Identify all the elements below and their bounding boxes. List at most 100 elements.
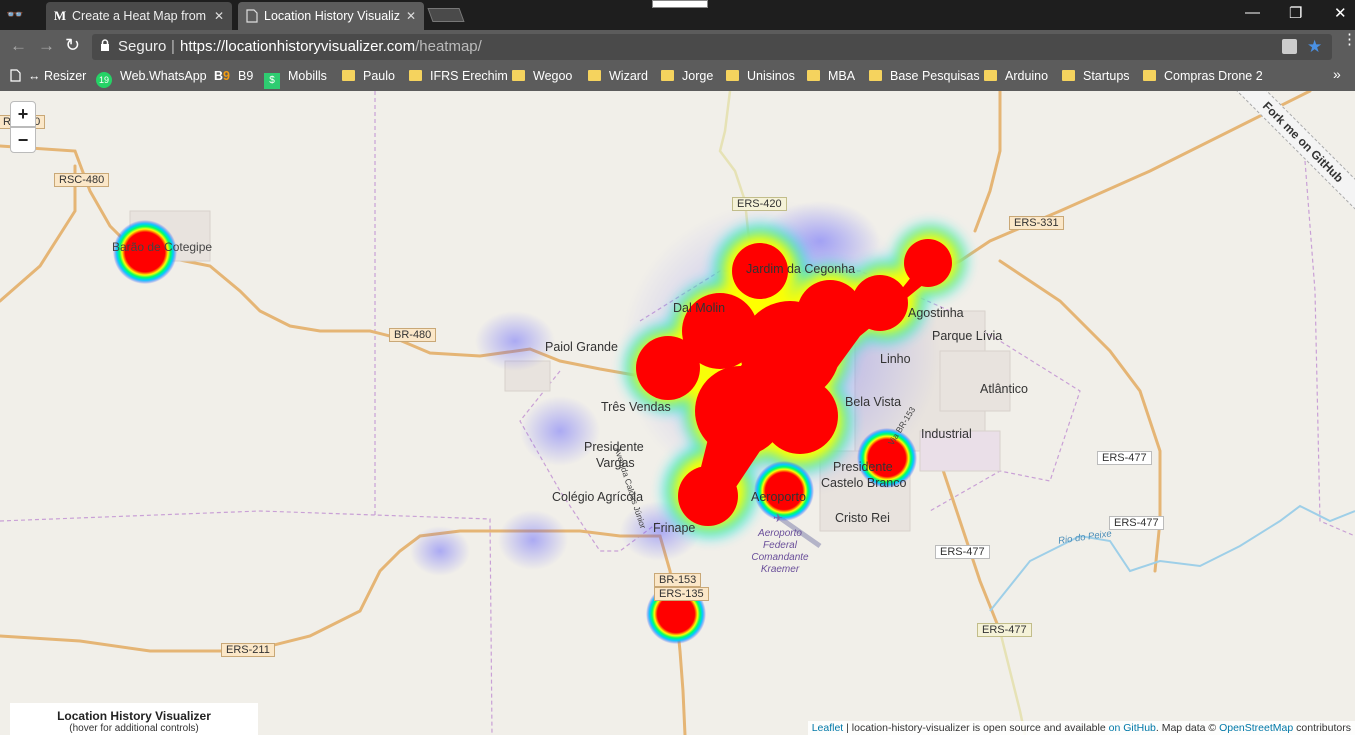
bookmark-folder-unisinos[interactable]: Unisinos: [726, 64, 795, 88]
airport-label-line: Aeroporto: [758, 528, 802, 539]
bookmark-folder-compras-drone[interactable]: Compras Drone 2: [1143, 64, 1263, 88]
url-path: /heatmap/: [415, 38, 482, 55]
bookmark-label: Unisinos: [747, 69, 795, 83]
road-shield: BR-480: [389, 328, 437, 342]
lock-icon: [100, 34, 110, 60]
info-subtitle: (hover for additional controls): [69, 723, 199, 734]
folder-icon: [342, 70, 355, 81]
place-label: Presidente: [833, 460, 893, 474]
bookmark-folder-base-pesquisas[interactable]: Base Pesquisas: [869, 64, 980, 88]
github-link[interactable]: on GitHub: [1109, 722, 1156, 734]
forward-icon[interactable]: →: [38, 36, 55, 56]
url-host: https://locationhistoryvisualizer.com: [180, 38, 416, 55]
folder-icon: [807, 70, 820, 81]
bookmark-folder-ifrs[interactable]: IFRS Erechim: [409, 64, 508, 88]
back-icon[interactable]: ←: [10, 36, 27, 56]
close-tab-icon[interactable]: ✕: [214, 2, 224, 30]
bookmark-folder-jorge[interactable]: Jorge: [661, 64, 713, 88]
close-tab-icon[interactable]: ✕: [406, 2, 416, 30]
bookmark-folder-mba[interactable]: MBA: [807, 64, 855, 88]
bookmark-label: B9: [238, 69, 254, 83]
place-label: Linho: [880, 352, 911, 366]
folder-icon: [726, 70, 739, 81]
bookmark-label: Mobills: [288, 69, 327, 83]
place-label: Jardim da Cegonha: [746, 262, 856, 276]
bookmark-label: ↔ Resizer: [28, 69, 87, 83]
folder-icon: [588, 70, 601, 81]
bookmark-label: Startups: [1083, 69, 1130, 83]
bookmark-label: Paulo: [363, 69, 395, 83]
bookmark-mobills[interactable]: $ Mobills: [264, 64, 327, 89]
airport-label: Aeroporto Federal Comandante Kraemer: [744, 528, 816, 576]
bookmark-folder-wizard[interactable]: Wizard: [588, 64, 648, 88]
place-label: Atlântico: [980, 382, 1028, 396]
bookmark-folder-paulo[interactable]: Paulo: [342, 64, 395, 88]
tab-title: Create a Heat Map from: [72, 9, 207, 23]
airport-icon: ✈: [773, 511, 784, 525]
folder-icon: [984, 70, 997, 81]
place-label: Aeroporto: [751, 490, 806, 504]
place-label: Três Vendas: [601, 400, 671, 414]
bookmark-folder-arduino[interactable]: Arduino: [984, 64, 1048, 88]
info-panel[interactable]: Location History Visualizer (hover for a…: [10, 703, 258, 735]
translate-icon[interactable]: [1282, 39, 1297, 54]
place-label: Parque Lívia: [932, 329, 1003, 343]
menu-icon[interactable]: ⋮: [1342, 32, 1355, 47]
new-tab-button[interactable]: [427, 8, 465, 22]
attribution-text: | location-history-visualizer is open so…: [843, 722, 1109, 734]
folder-icon: [409, 70, 422, 81]
folder-icon: [512, 70, 525, 81]
road-shield: ERS-477: [1097, 451, 1152, 465]
info-title: Location History Visualizer: [57, 709, 211, 723]
osm-link[interactable]: OpenStreetMap: [1219, 722, 1293, 734]
place-label: Dal Molin: [673, 301, 726, 315]
folder-icon: [1062, 70, 1075, 81]
bookmark-whatsapp[interactable]: 19 Web.WhatsApp: [96, 64, 207, 88]
zoom-out-button[interactable]: −: [10, 127, 36, 153]
road-shield: ERS-477: [977, 623, 1032, 637]
tab-heatmap-tutorial[interactable]: M Create a Heat Map from ✕: [46, 2, 232, 30]
restore-icon[interactable]: ❐: [1289, 4, 1302, 22]
road-shield: ERS-211: [221, 643, 275, 657]
folder-icon: [1143, 70, 1156, 81]
bookmark-b9[interactable]: B9 B9: [214, 64, 253, 88]
map-canvas: [0, 91, 1355, 735]
whatsapp-icon: 19: [96, 72, 112, 88]
road-shield: ERS-477: [1109, 516, 1164, 530]
place-label: Agostinha: [908, 306, 964, 320]
road-shield: ERS-331: [1009, 216, 1064, 230]
road-shield: BR-153: [654, 573, 702, 587]
reload-icon[interactable]: ↻: [65, 35, 80, 56]
bookmark-label: Web.WhatsApp: [120, 69, 207, 83]
airport-label-line: Kraemer: [760, 564, 800, 575]
bookmark-label: Jorge: [682, 69, 714, 83]
bookmark-label: MBA: [828, 69, 856, 83]
heatmap-map[interactable]: RS-480 RSC-480 BR-480 ERS-420 ERS-331 ER…: [0, 91, 1355, 735]
bookmark-star-icon[interactable]: ★: [1307, 34, 1322, 60]
bookmarks-overflow-icon[interactable]: »: [1333, 66, 1341, 82]
place-label: Cristo Rei: [835, 511, 890, 525]
page-icon: [10, 69, 21, 82]
bookmarks-bar: ↔ Resizer 19 Web.WhatsApp B9 B9 $ Mobills P…: [0, 64, 1355, 91]
folder-icon: [869, 70, 882, 81]
close-window-icon[interactable]: ✕: [1334, 4, 1347, 22]
incognito-icon: 👓: [6, 6, 24, 22]
secure-label: Seguro: [118, 38, 167, 55]
mobills-icon: $: [264, 73, 280, 89]
bookmark-label: Base Pesquisas: [890, 69, 980, 83]
bookmark-label: Wizard: [609, 69, 648, 83]
road-shield: RSC-480: [54, 173, 110, 187]
road-shield: ERS-420: [732, 197, 787, 211]
zoom-in-button[interactable]: +: [10, 101, 36, 127]
leaflet-link[interactable]: Leaflet: [812, 722, 844, 734]
address-bar[interactable]: Seguro | https://locationhistoryvisualiz…: [92, 34, 1332, 60]
airport-label-line: Federal: [763, 540, 797, 551]
bookmark-resizer[interactable]: ↔ Resizer: [10, 64, 86, 88]
tab-location-history[interactable]: Location History Visualiz ✕: [238, 2, 424, 30]
bookmark-folder-wegoo[interactable]: Wegoo: [512, 64, 572, 88]
bookmark-label: Compras Drone 2: [1164, 69, 1263, 83]
minimize-icon[interactable]: —: [1245, 4, 1260, 21]
tab-strip: 👓 M Create a Heat Map from ✕ Location Hi…: [0, 0, 1355, 30]
bookmark-folder-startups[interactable]: Startups: [1062, 64, 1130, 88]
url-text: https://locationhistoryvisualizer.com/he…: [180, 34, 482, 60]
